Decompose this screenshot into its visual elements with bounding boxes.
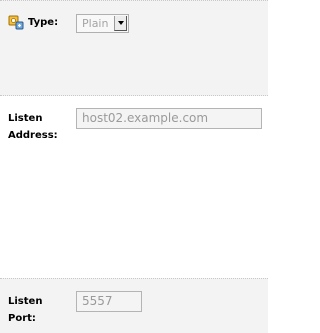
listen-port-input[interactable]: 5557 bbox=[76, 291, 142, 312]
listen-port-label: Listen Port: bbox=[8, 296, 43, 324]
type-label: Type: bbox=[28, 17, 59, 28]
listen-address-input[interactable]: host02.example.com bbox=[76, 108, 262, 129]
chevron-down-icon[interactable] bbox=[114, 16, 127, 31]
type-select[interactable]: Plain bbox=[76, 14, 129, 33]
settings-key-icon bbox=[8, 14, 24, 30]
listen-address-label: Listen Address: bbox=[8, 113, 58, 141]
type-select-value: Plain bbox=[82, 17, 109, 30]
